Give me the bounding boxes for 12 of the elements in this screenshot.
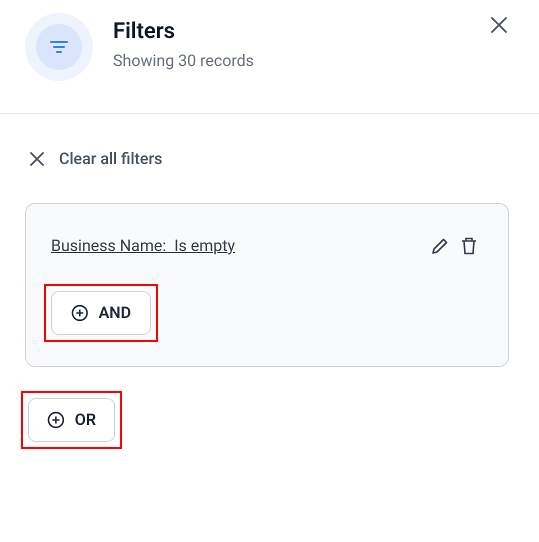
add-condition-button[interactable]: OR [28,398,115,442]
panel-title: Filters [113,18,176,46]
trash-icon[interactable] [460,236,478,256]
close-button[interactable] [489,15,509,35]
plus-circle-icon [47,411,65,429]
record-count: Showing 30 records [113,50,254,72]
add-condition-button[interactable]: AND [51,291,151,335]
edit-icon[interactable] [430,236,450,256]
filter-condition-link[interactable]: Business Name: Is empty [51,234,236,258]
clear-filters-button[interactable]: Clear all filters [29,147,162,171]
plus-circle-icon [71,304,89,322]
close-icon [29,151,45,167]
